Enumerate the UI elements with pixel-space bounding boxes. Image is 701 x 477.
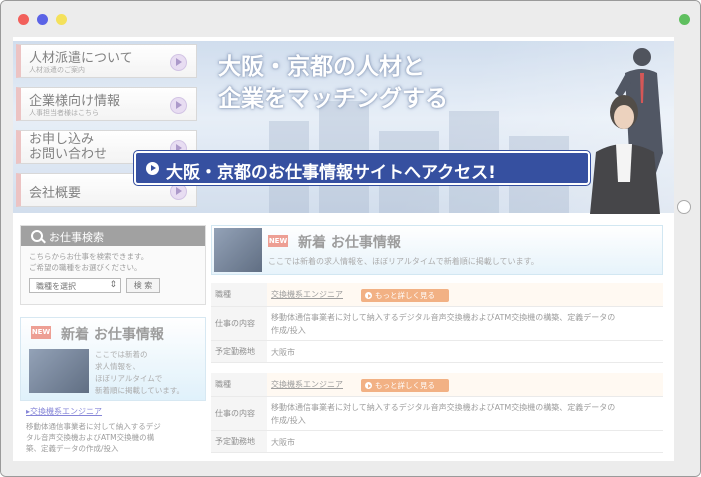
new-jobs-title: 新着 お仕事情報 <box>298 235 401 251</box>
arrow-right-icon <box>170 183 187 200</box>
job-location: 大阪市 <box>271 348 295 357</box>
more-details-button[interactable]: もっと詳しく見る <box>361 379 449 392</box>
vertical-scrollbar[interactable] <box>674 37 688 461</box>
side-new-jobs-desc: ここでは新着の 求人情報を、 ほぼリアルタイムで 新着順に掲載しています。 <box>95 349 184 397</box>
side-job-link-label: 交換機系エンジニア <box>30 407 103 416</box>
job-site-access-button[interactable]: 大阪・京都のお仕事情報サイトへアクセス! <box>133 150 591 186</box>
listing-row-location: 予定勤務地 大阪市 <box>211 431 663 453</box>
new-jobs-subtitle: ここでは新着の求人情報を、ほぼリアルタイムで新着順に掲載しています。 <box>268 257 539 266</box>
job-content-line: 移動体通信事業者に対して納入するデジタル音声交換機およびATM交換機の構築、定義… <box>271 313 616 322</box>
job-title-link[interactable]: 交換機系エンジニア <box>271 379 343 390</box>
listing-row-type: 職種 交換機系エンジニア もっと詳しく見る <box>211 283 663 307</box>
more-details-button[interactable]: もっと詳しく見る <box>361 289 449 302</box>
scrollbar-thumb[interactable] <box>677 200 691 214</box>
play-circle-icon <box>146 162 159 175</box>
close-window-button[interactable] <box>18 14 29 25</box>
job-content-line: 移動体通信事業者に対して納入するデジタル音声交換機およびATM交換機の構築、定義… <box>271 403 616 412</box>
desc-line: 新着順に掲載しています。 <box>95 386 185 395</box>
nav-item-label: お申し込み お問い合わせ <box>29 132 108 162</box>
headline-line-1: 大阪・京都の人材と <box>218 54 425 80</box>
job-search-header: お仕事検索 <box>21 226 205 246</box>
desc-line: 求人情報を、 <box>95 362 140 371</box>
title-bar <box>1 1 700 37</box>
desc-line: 移動体通信事業者に対して納入するデジ <box>26 422 161 431</box>
job-search-box: お仕事検索 こちらからお仕事を検索できます。 ご希望の職種をお選びください。 職… <box>20 225 206 305</box>
zoom-window-button[interactable] <box>56 14 67 25</box>
field-label: 職種 <box>211 283 267 306</box>
side-new-jobs-box: NEW 新着 お仕事情報 ここでは新着の 求人情報を、 ほぼリアルタイムで 新着… <box>20 317 206 401</box>
listing-row-location: 予定勤務地 大阪市 <box>211 341 663 363</box>
nav-item-sublabel: 人事担当者様はこちら <box>29 109 99 117</box>
job-search-desc-line: ご希望の職種をお選びください。 <box>29 263 142 272</box>
new-badge: NEW <box>31 326 51 339</box>
listing-row-content: 仕事の内容 移動体通信事業者に対して納入するデジタル音声交換機およびATM交換機… <box>211 307 663 341</box>
nav-item-for-companies[interactable]: 企業様向け情報 人事担当者様はこちら <box>16 87 197 121</box>
job-search-description: こちらからお仕事を検索できます。 ご希望の職種をお選びください。 <box>29 251 148 273</box>
job-type-select[interactable]: 職種を選択 <box>29 278 121 293</box>
nav-item-sublabel: 人材派遣のご案内 <box>29 66 85 74</box>
listing-row-type: 職種 交換機系エンジニア もっと詳しく見る <box>211 373 663 397</box>
nav-item-about-staffing[interactable]: 人材派遣について 人材派遣のご案内 <box>16 44 197 78</box>
cta-label: 大阪・京都のお仕事情報サイトへアクセス! <box>166 163 496 183</box>
new-badge: NEW <box>268 235 288 247</box>
listing-row-content: 仕事の内容 移動体通信事業者に対して納入するデジタル音声交換機およびATM交換機… <box>211 397 663 431</box>
desc-line: タル音声交換機およびATM交換機の構 <box>26 433 155 442</box>
job-content-line: 作成/投入 <box>271 326 306 335</box>
status-indicator <box>679 14 690 25</box>
desc-line: ほぼリアルタイムで <box>95 374 163 383</box>
job-search-desc-line: こちらからお仕事を検索できます。 <box>29 252 149 261</box>
field-label: 仕事の内容 <box>211 307 267 340</box>
desc-line: ここでは新着の <box>95 350 148 359</box>
nav-item-label: 人材派遣について <box>29 51 133 66</box>
side-new-jobs-title: 新着 お仕事情報 <box>61 327 164 343</box>
headline-line-2: 企業をマッチングする <box>218 86 448 112</box>
nav-item-label: 企業様向け情報 <box>29 94 121 109</box>
search-icon <box>31 230 43 242</box>
field-label: 仕事の内容 <box>211 397 267 430</box>
job-search-title: お仕事検索 <box>49 231 104 244</box>
browser-window: 大阪・京都の人材と 企業をマッチングする 人材派遣について 人材派遣のご案内 企… <box>0 0 701 477</box>
businesswoman-image <box>590 95 660 214</box>
field-label: 予定勤務地 <box>211 341 267 362</box>
job-content-line: 作成/投入 <box>271 416 306 425</box>
window-bottom-edge <box>1 461 700 476</box>
field-label: 職種 <box>211 373 267 396</box>
new-jobs-header: NEW 新着 お仕事情報 ここでは新着の求人情報を、ほぼリアルタイムで新着順に掲… <box>211 225 663 275</box>
side-job-link[interactable]: ▸交換機系エンジニア <box>26 406 102 417</box>
job-title-link[interactable]: 交換機系エンジニア <box>271 289 343 300</box>
minimize-window-button[interactable] <box>37 14 48 25</box>
field-label: 予定勤務地 <box>211 431 267 452</box>
job-location: 大阪市 <box>271 438 295 447</box>
hero-headline: 大阪・京都の人材と 企業をマッチングする <box>218 51 448 115</box>
web-page: 大阪・京都の人材と 企業をマッチングする 人材派遣について 人材派遣のご案内 企… <box>13 37 674 461</box>
side-job-description: 移動体通信事業者に対して納入するデジ タル音声交換機およびATM交換機の構 築、… <box>26 421 161 454</box>
business-meeting-image <box>214 228 262 272</box>
search-button[interactable]: 検 索 <box>126 278 160 293</box>
business-meeting-image <box>29 349 89 393</box>
nav-item-label: 会社概要 <box>29 186 82 201</box>
desc-line: 築、定義データの作成/投入 <box>26 444 119 453</box>
arrow-right-icon <box>170 54 187 71</box>
arrow-right-icon <box>170 97 187 114</box>
